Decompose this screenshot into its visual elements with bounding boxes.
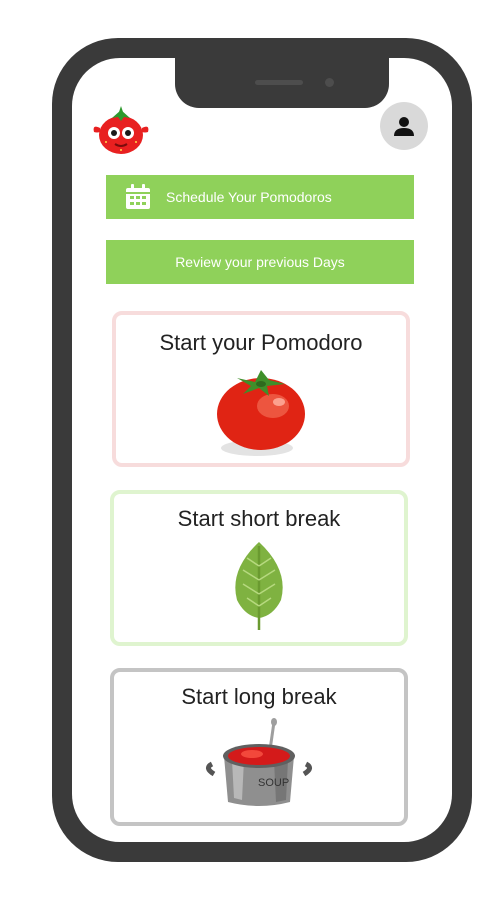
app-screen: Schedule Your Pomodoros Review your prev…	[72, 58, 452, 842]
start-pomodoro-label: Start your Pomodoro	[159, 330, 363, 355]
user-icon	[394, 117, 414, 136]
speaker-grille	[255, 80, 303, 85]
profile-button[interactable]	[380, 102, 428, 150]
soup-pot-icon: SOUP	[206, 718, 312, 806]
leaf-icon	[235, 542, 283, 630]
review-previous-days-button[interactable]: Review your previous Days	[106, 240, 414, 284]
phone-frame: Schedule Your Pomodoros Review your prev…	[52, 38, 472, 862]
start-short-break-label: Start short break	[177, 506, 341, 531]
schedule-pomodoros-button[interactable]: Schedule Your Pomodoros	[106, 175, 414, 219]
review-previous-days-label: Review your previous Days	[175, 254, 345, 270]
start-long-break-label: Start long break	[181, 684, 337, 709]
start-long-break-card[interactable]: Start long break SOUP	[110, 668, 408, 826]
strawberry-mascot-icon	[88, 102, 154, 158]
schedule-pomodoros-label: Schedule Your Pomodoros	[166, 189, 332, 205]
tomato-icon	[217, 370, 305, 456]
phone-notch	[175, 58, 389, 108]
start-pomodoro-card[interactable]: Start your Pomodoro	[112, 311, 410, 467]
calendar-icon	[124, 183, 152, 211]
pot-label-text: SOUP	[258, 777, 289, 789]
front-camera	[325, 78, 334, 87]
start-short-break-card[interactable]: Start short break	[110, 490, 408, 646]
